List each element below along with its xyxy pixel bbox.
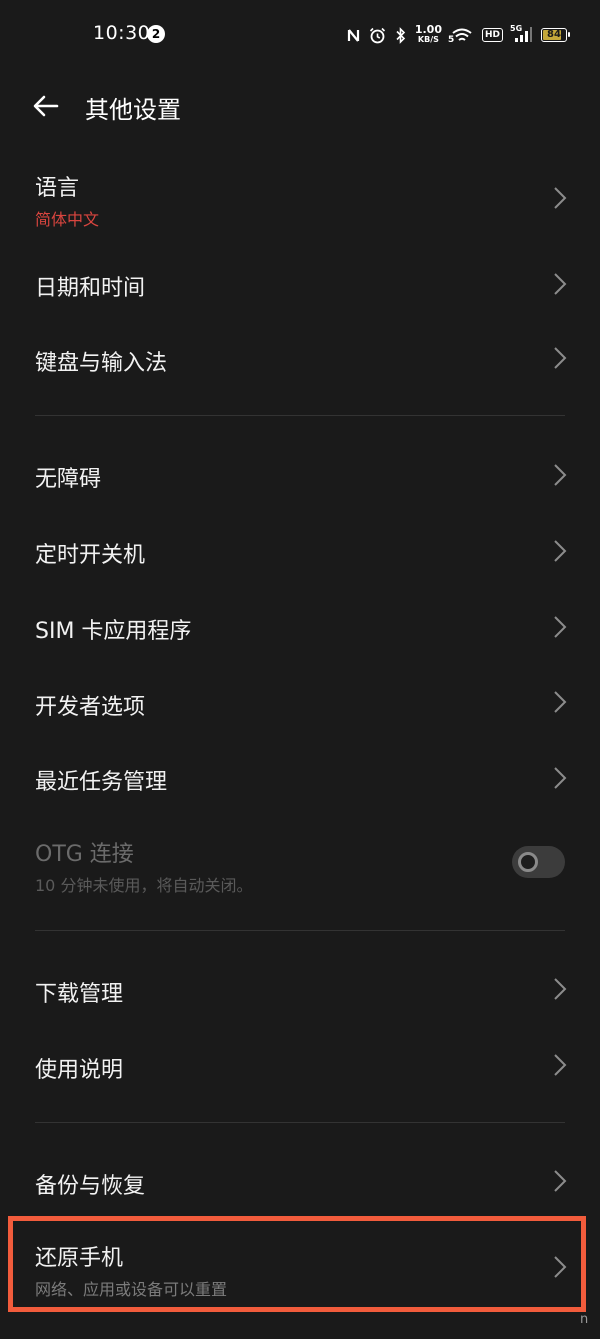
chevron-right-icon — [554, 978, 567, 1000]
alarm-icon — [369, 27, 386, 44]
network-speed: 1.00 KB/S — [414, 23, 442, 44]
developer-label: 开发者选项 — [35, 695, 146, 720]
list-item-otg: OTG 连接 10 分钟未使用，将自动关闭。 — [0, 826, 600, 902]
chevron-right-icon — [554, 464, 567, 486]
list-item-sim-apps[interactable]: SIM 卡应用程序 — [0, 598, 600, 658]
wifi-band-label: 5 — [447, 35, 455, 45]
list-item-scheduled-power[interactable]: 定时开关机 — [0, 522, 600, 582]
nfc-icon — [347, 28, 360, 43]
datetime-label: 日期和时间 — [35, 276, 146, 301]
list-item-language[interactable]: 语言 简体中文 — [0, 160, 600, 236]
list-item-manual[interactable]: 使用说明 — [0, 1037, 600, 1097]
status-time: 10:30 — [93, 22, 151, 44]
notification-count-badge: 2 — [147, 25, 165, 43]
back-arrow-icon — [33, 95, 59, 117]
battery-icon: 84 — [541, 28, 570, 42]
otg-label: OTG 连接 — [35, 842, 134, 867]
list-item-developer-options[interactable]: 开发者选项 — [0, 674, 600, 734]
list-item-recent-tasks[interactable]: 最近任务管理 — [0, 749, 600, 809]
language-label: 语言 — [35, 176, 80, 201]
recent-tasks-label: 最近任务管理 — [35, 770, 168, 795]
list-item-backup[interactable]: 备份与恢复 — [0, 1153, 600, 1213]
section-divider — [35, 1122, 565, 1123]
reset-label: 还原手机 — [35, 1246, 124, 1271]
wifi-icon: 5 — [447, 27, 473, 45]
hd-badge: HD — [481, 28, 503, 42]
corner-mark: n — [580, 1312, 589, 1327]
manual-label: 使用说明 — [35, 1058, 124, 1083]
header: 其他设置 — [0, 76, 600, 136]
scheduled-power-label: 定时开关机 — [35, 543, 146, 568]
chevron-right-icon — [554, 616, 567, 638]
list-item-accessibility[interactable]: 无障碍 — [0, 446, 600, 506]
chevron-right-icon — [554, 1054, 567, 1076]
language-value: 简体中文 — [35, 210, 100, 229]
list-item-keyboard[interactable]: 键盘与输入法 — [0, 330, 600, 390]
accessibility-label: 无障碍 — [35, 467, 102, 492]
status-bar: 10:30 2 1.00 KB/S 5 HD 5G 84 — [0, 0, 600, 70]
chevron-right-icon — [554, 767, 567, 789]
chevron-right-icon — [554, 691, 567, 713]
battery-level: 84 — [547, 29, 561, 40]
toggle-knob — [518, 852, 538, 872]
section-divider — [35, 415, 565, 416]
chevron-right-icon — [554, 540, 567, 562]
network-type-label: 5G — [510, 24, 523, 33]
keyboard-label: 键盘与输入法 — [35, 351, 168, 376]
reset-description: 网络、应用或设备可以重置 — [35, 1280, 228, 1299]
list-item-reset-phone[interactable]: 还原手机 网络、应用或设备可以重置 — [0, 1230, 600, 1306]
cellular-signal-icon: 5G — [510, 24, 532, 43]
page-title: 其他设置 — [85, 96, 181, 124]
list-item-datetime[interactable]: 日期和时间 — [0, 254, 600, 314]
section-divider — [35, 930, 565, 931]
otg-toggle[interactable] — [512, 846, 565, 878]
sim-apps-label: SIM 卡应用程序 — [35, 619, 192, 644]
chevron-right-icon — [554, 187, 567, 209]
bluetooth-icon — [395, 26, 406, 44]
chevron-right-icon — [554, 1170, 567, 1192]
chevron-right-icon — [554, 347, 567, 369]
downloads-label: 下载管理 — [35, 982, 124, 1007]
back-button[interactable] — [26, 86, 66, 126]
list-item-downloads[interactable]: 下载管理 — [0, 961, 600, 1021]
otg-description: 10 分钟未使用，将自动关闭。 — [35, 876, 253, 895]
status-icons: 1.00 KB/S 5 HD 5G 84 — [347, 22, 570, 48]
chevron-right-icon — [554, 273, 567, 295]
backup-label: 备份与恢复 — [35, 1174, 146, 1199]
chevron-right-icon — [554, 1256, 567, 1278]
